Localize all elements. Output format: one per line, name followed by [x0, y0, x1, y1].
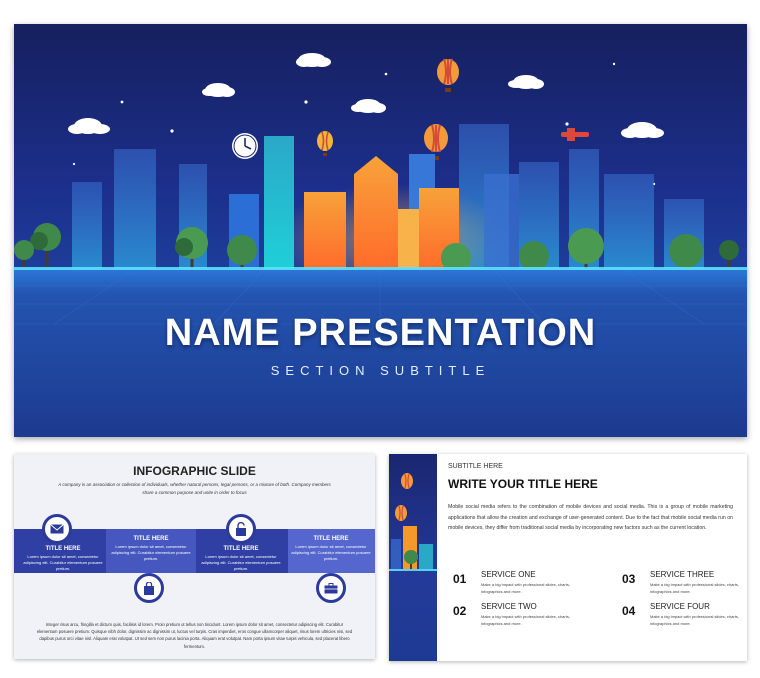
shopping-bag-icon: [134, 573, 164, 603]
infographic-item: TITLE HERE Lorem ipsum dolor sit amet, c…: [200, 546, 282, 572]
service-number: 04: [622, 604, 636, 618]
service-title: SERVICE ONE: [481, 570, 536, 579]
clock-icon: [232, 133, 258, 159]
service-text: Make a big impact with professional slid…: [650, 582, 739, 594]
infographic-intro: A company is an association or collectio…: [58, 482, 331, 495]
infographic-item-text: Lorem ipsum dolor sit amet, consectetur …: [111, 544, 191, 561]
infographic-item: TITLE HERE Lorem ipsum dolor sit amet, c…: [290, 536, 372, 562]
infographic-item-text: Lorem ipsum dolor sit amet, consectetur …: [201, 554, 281, 571]
hot-air-balloon-icon: [317, 131, 333, 156]
service-title: SERVICE THREE: [650, 570, 715, 579]
service-text: Make a big impact with professional slid…: [481, 582, 570, 594]
service-number: 03: [622, 572, 636, 586]
infographic-item-title: TITLE HERE: [313, 536, 349, 542]
airplane-icon: [561, 128, 589, 141]
clouds: [68, 53, 664, 138]
presentation-title: NAME PRESENTATION: [164, 312, 597, 354]
infographic-item: TITLE HERE Lorem ipsum dolor sit amet, c…: [22, 546, 104, 572]
lock-icon: [226, 514, 256, 544]
main-slide-preview[interactable]: NAME PRESENTATION SECTION SUBTITLE: [14, 24, 747, 437]
infographic-item-title: TITLE HERE: [223, 546, 259, 552]
infographic-footer-text: Integer risus arcu, fringilla et dictum …: [36, 622, 353, 649]
infographic-item-text: Lorem ipsum dolor sit amet, consectetur …: [291, 544, 371, 561]
service-title: SERVICE TWO: [481, 602, 537, 611]
service-text: Make a big impact with professional slid…: [650, 614, 739, 626]
horizon-glow: [14, 267, 747, 270]
service-number: 02: [453, 604, 467, 618]
infographic-slide-preview[interactable]: INFOGRAPHIC SLIDE A company is an associ…: [14, 454, 375, 659]
service-number: 01: [453, 572, 467, 586]
service-text: Make a big impact with professional slid…: [481, 614, 570, 626]
content-slide-preview[interactable]: SUBTITLE HERE WRITE YOUR TITLE HERE Mobi…: [389, 454, 747, 661]
infographic-item-text: Lorem ipsum dolor sit amet, consectetur …: [23, 554, 103, 571]
slide-subtitle: SUBTITLE HERE: [448, 463, 503, 470]
service-title: SERVICE FOUR: [650, 602, 710, 611]
hot-air-balloon-icon: [437, 58, 459, 92]
side-image-strip: [389, 454, 437, 661]
infographic-item: TITLE HERE Lorem ipsum dolor sit amet, c…: [110, 536, 192, 562]
hot-air-balloon-icon: [395, 505, 407, 521]
briefcase-icon: [316, 573, 346, 603]
slide-title: WRITE YOUR TITLE HERE: [448, 477, 598, 491]
hot-air-balloon-icon: [401, 473, 413, 489]
skyline-front: [304, 156, 459, 272]
infographic-item-title: TITLE HERE: [45, 546, 81, 552]
slide-body-text: Mobile social media refers to the combin…: [448, 504, 733, 531]
presentation-subtitle: SECTION SUBTITLE: [270, 363, 491, 378]
envelope-icon: [42, 514, 72, 544]
infographic-item-title: TITLE HERE: [133, 536, 169, 542]
infographic-title: INFOGRAPHIC SLIDE: [133, 464, 256, 478]
